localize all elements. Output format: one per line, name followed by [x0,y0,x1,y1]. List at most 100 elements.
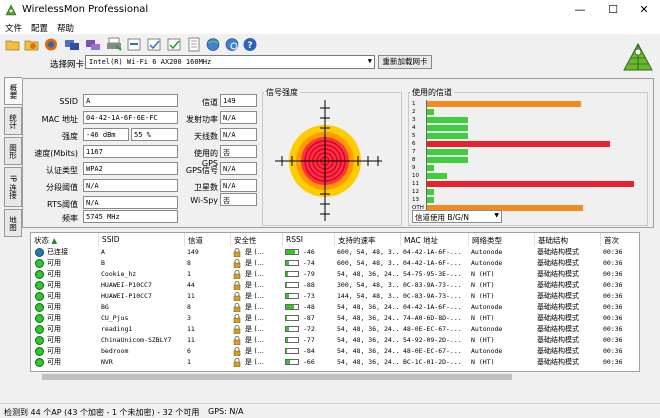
maximize-button[interactable]: ☐ [603,2,623,18]
security-text: 是 (… [245,314,264,322]
column-header-first-seen[interactable]: 首次 [601,233,639,246]
rssi-bar [285,348,299,354]
record-icon[interactable] [24,37,40,52]
cell-mac: 48-0E-EC-67-... [403,347,462,355]
cell-security: 是 (… [231,302,283,313]
cell-rssi: -87 [283,313,335,324]
cell-rssi: -73 [283,291,335,302]
cell-type: Autonode [471,248,503,256]
column-header-channel[interactable]: 信道 [185,233,231,246]
security-text: 是 (… [245,325,264,333]
speed-label: 速度(Mbits) [34,149,78,158]
column-header-network-type[interactable]: 网络类型 [469,233,535,246]
cell-infra: 基础结构模式 [537,325,579,333]
column-header-status[interactable]: 状态 ▲ [31,233,99,246]
status-dot-icon [35,347,44,356]
cell-first: 00:36 [603,281,623,289]
save-icon[interactable] [146,37,162,52]
column-header-rates[interactable]: 支持的速率 [335,233,401,246]
table-row[interactable]: 可用 bedroom 6 是 (… -84 54, 48, 36, 24... 48-0E-… [31,346,631,357]
cell-ssid: bedroom [101,347,129,355]
close-button[interactable]: ✕ [634,2,654,18]
cell-security: 是 (… [231,346,283,357]
cell-infra: 基础结构模式 [537,259,579,267]
status-dot-icon [35,314,44,323]
network-icon[interactable] [43,37,59,52]
globe-search-icon[interactable] [224,37,240,52]
rssi-bar [285,271,299,277]
status-dot-icon [35,248,44,257]
cell-mac: 54-92-09-2D-... [403,336,462,344]
menu-bar: 文件 配置 帮助 [0,20,660,34]
tab-statistics[interactable]: 统计 [4,107,22,135]
globe-icon[interactable] [205,37,221,52]
column-header-ssid[interactable]: SSID [99,233,185,246]
tab-summary[interactable]: 概要 [4,77,22,105]
cell-security: 是 (… [231,357,283,368]
mac-label: MAC 地址 [41,115,78,124]
cell-channel: 11 [187,292,195,300]
table-row[interactable]: 可用 ChinaUnicom-SZBLY7 11 是 (… -77 54, 48, 36,… [31,335,631,346]
rts-label: RTS阈值 [47,200,78,209]
cell-ssid: ChinaUnicom-SZBLY7 [101,336,172,344]
speed-field: 1167 [83,145,178,158]
ap-count-status: 检测到 44 个AP (43 个加密 - 1 个未加密) - 32 个可用 [4,408,200,417]
tab-summary-label: 概要 [9,83,18,99]
cell-ssid: NVR [101,358,113,366]
strength-field: -46 dBm [83,128,129,141]
column-header-rssi[interactable]: RSSI [283,233,335,246]
minimize-button[interactable]: — [570,2,590,18]
cell-infra: 基础结构模式 [537,314,579,322]
rssi-value: -77 [303,336,315,344]
lock-icon [233,281,241,291]
rssi-value: -74 [303,259,315,267]
rssi-value: -79 [303,270,315,278]
menu-file[interactable]: 文件 [5,22,22,34]
tab-ip-connections-label: IP 连接 [8,174,18,200]
table-row[interactable]: 已连接 A 149 是 (… -46 600, 54, 48, 3... 04-42-1A-… [31,247,631,258]
column-header-infrastructure[interactable]: 基础结构 [535,233,601,246]
menu-config[interactable]: 配置 [31,22,48,34]
channel-band-select[interactable]: 信道使用 B/G/N ▼ [412,210,502,223]
print-icon[interactable] [106,37,122,52]
cell-status: 可用 [31,269,99,280]
column-header-mac[interactable]: MAC 地址 [401,233,469,246]
cell-first: 00:36 [603,325,623,333]
horizontal-scroll-thumb[interactable] [42,374,512,380]
table-row[interactable]: 可用 Cookie_hz 1 是 (… -79 54, 48, 36, 24... 54-7… [31,269,631,280]
table-row[interactable]: 可用 CU_Pjus 3 是 (… -87 54, 48, 36, 24... 74-A0-… [31,313,631,324]
rssi-bar-fill [286,272,289,276]
table-row[interactable]: 可用 B 8 是 (… -74 600, 54, 48, 3... 04-42-1A-6F-… [31,258,631,269]
channel-row-label: 2 [412,109,416,115]
open-folder-icon[interactable] [5,37,21,52]
cell-rssi: -72 [283,324,335,335]
tab-map[interactable]: 地图 [4,209,22,237]
rssi-bar [285,326,299,332]
menu-help[interactable]: 帮助 [57,22,74,34]
column-header-security[interactable]: 安全性 [231,233,283,246]
table-horizontal-scrollbar[interactable] [30,372,640,382]
table-row[interactable]: 可用 HUAWEI-P10CC7 44 是 (… -88 300, 54, 48, 3..… [31,280,631,291]
document-icon[interactable] [186,37,202,52]
tab-graph[interactable]: 图形 [4,137,22,165]
cell-infra: 基础结构模式 [537,336,579,344]
rssi-value: -46 [303,248,315,256]
adapter-icon[interactable] [64,37,80,52]
reload-adapter-button[interactable]: 重新加载网卡 [378,55,432,69]
adapter-label: 选择网卡 [50,60,85,70]
adapter-select[interactable]: Intel(R) Wi-Fi 6 AX200 160MHz ▼ [85,55,375,69]
tab-statistics-label: 统计 [8,113,18,129]
cell-ssid: reading1 [101,325,133,333]
properties-icon[interactable] [166,37,182,52]
table-row[interactable]: 可用 reading1 11 是 (… -72 54, 48, 36, 24... 48-0… [31,324,631,335]
help-icon[interactable]: ? [242,37,258,52]
frag-label: 分段阈值 [46,183,78,192]
export-icon[interactable] [126,37,142,52]
connect-icon[interactable] [85,37,101,52]
table-row[interactable]: 可用 BG 8 是 (… -48 54, 48, 36, 24... 04-42-1A-6F… [31,302,631,313]
tab-ip-connections[interactable]: IP 连接 [4,167,22,207]
table-row[interactable]: 可用 NVR 1 是 (… -66 54, 48, 36, 24... BC-1C-01-2… [31,357,631,368]
status-text: 可用 [47,347,61,355]
rssi-bar [285,359,299,365]
table-row[interactable]: 可用 HUAWEI-P10CC7 11 是 (… -73 144, 54, 48, 3..… [31,291,631,302]
